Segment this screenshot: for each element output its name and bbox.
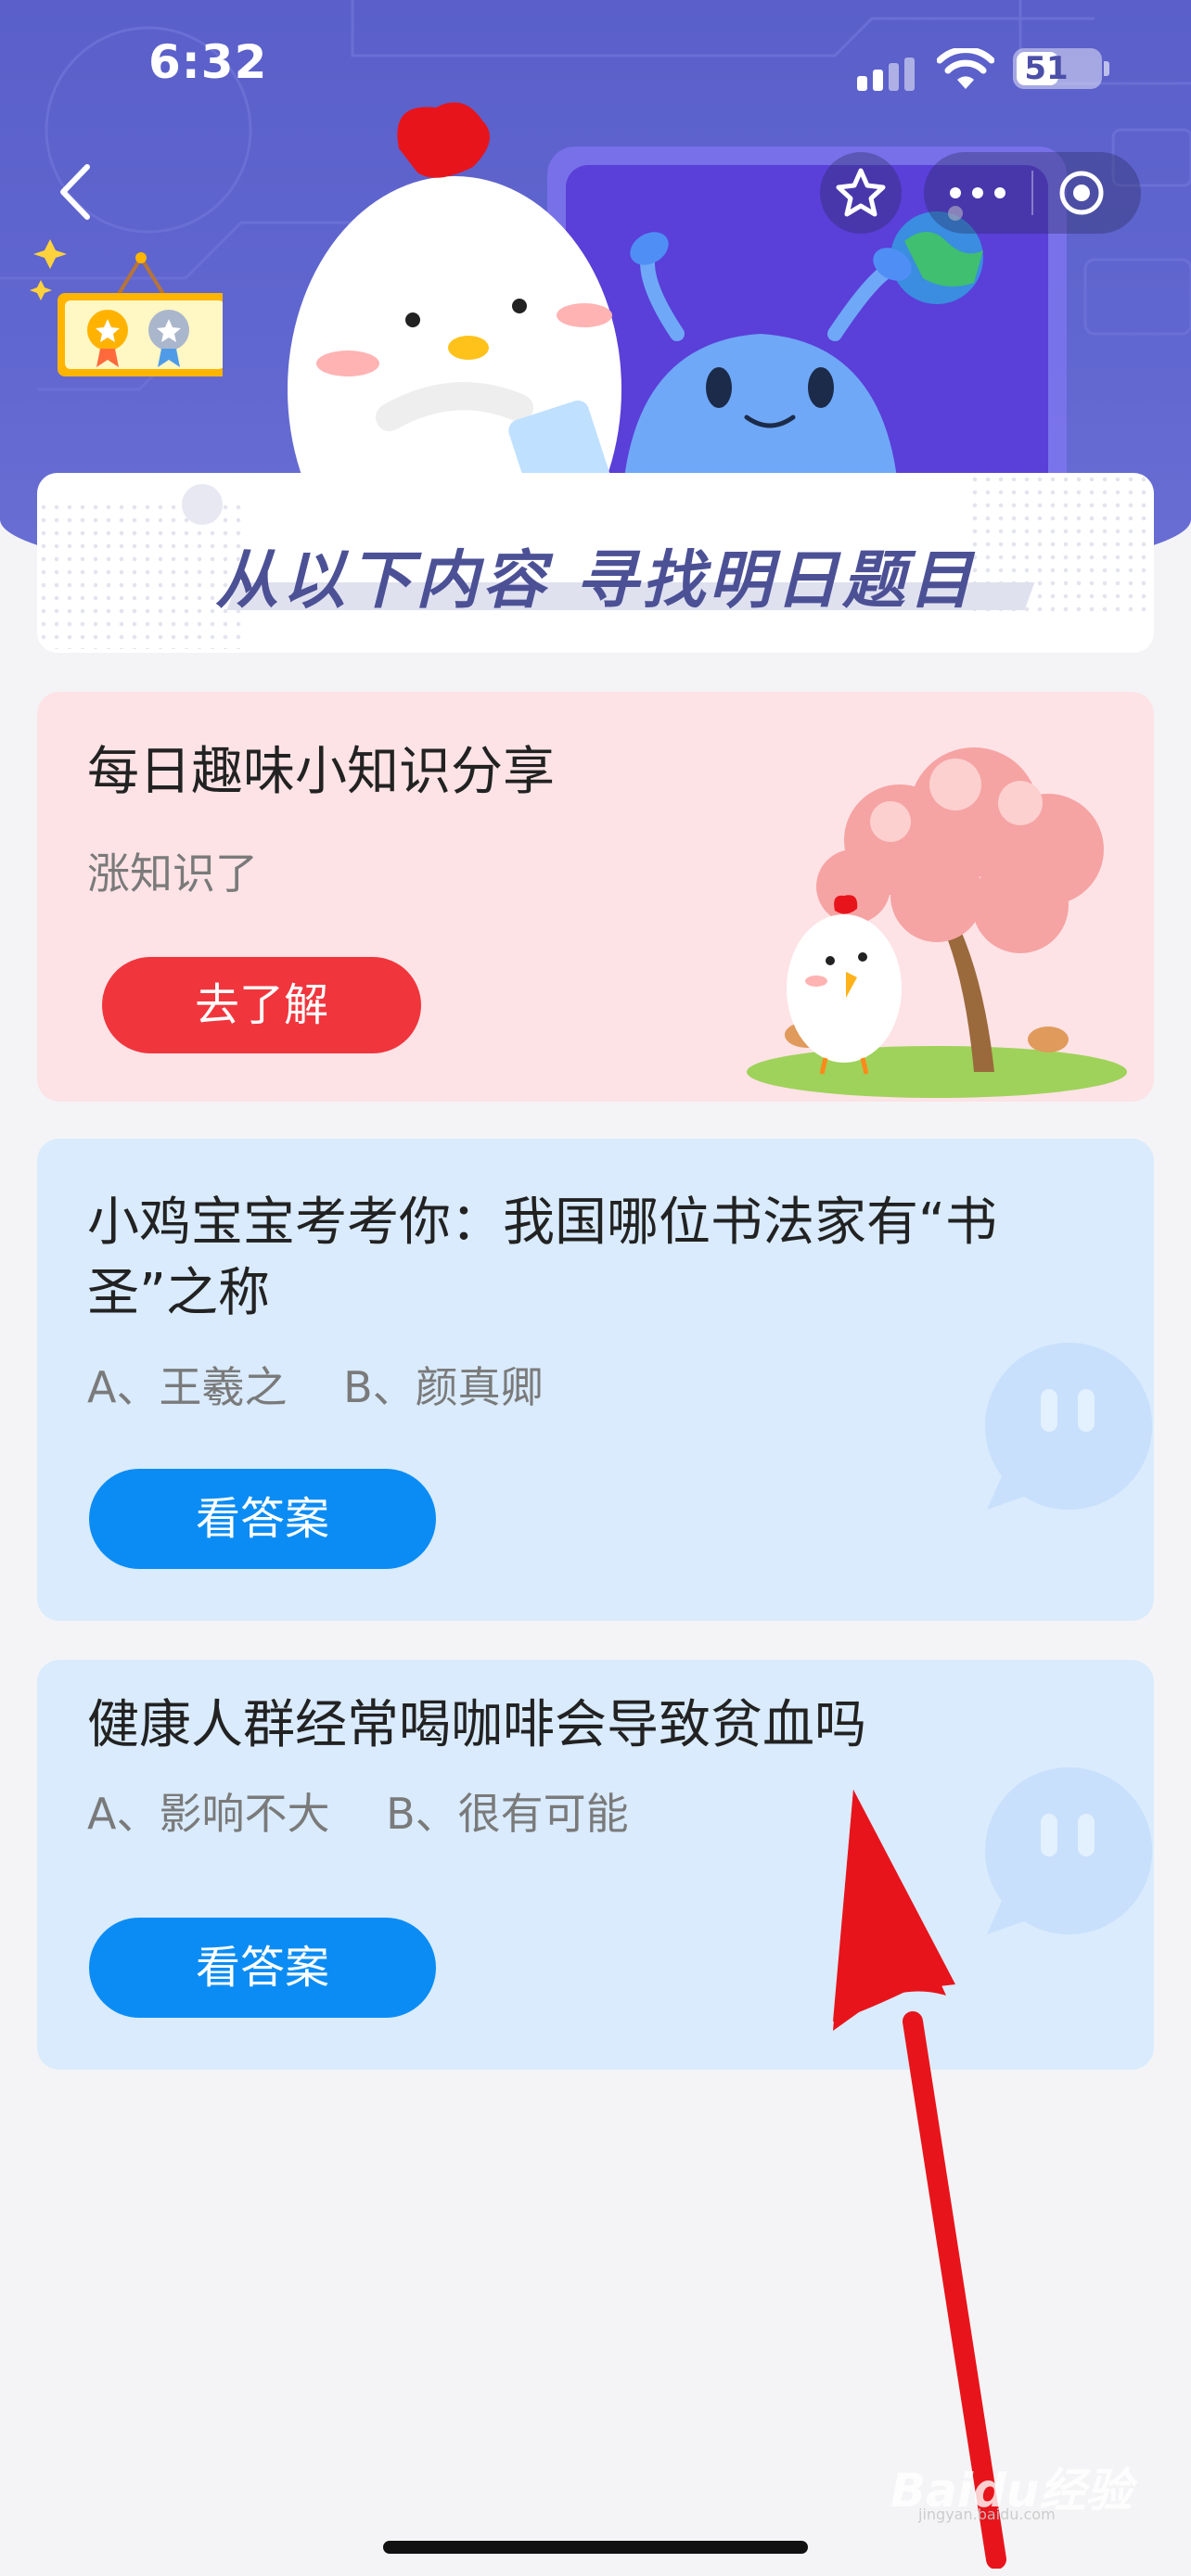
status-bar: 6:32 51 <box>0 0 1191 130</box>
battery-icon: 51 <box>1013 48 1102 89</box>
quiz-options: A、影响不大 B、很有可能 <box>87 1789 629 1839</box>
watermark-site: jingyan.baidu.com <box>918 2506 1056 2523</box>
mascot-illustration <box>288 102 1067 482</box>
quiz-question-line1: 小鸡宝宝考考你：我国哪位书法家有“书 <box>87 1192 998 1253</box>
more-dots-icon[interactable] <box>924 152 1031 234</box>
quiz-options: A、王羲之 B、颜真卿 <box>87 1362 544 1412</box>
card-title: 每日趣味小知识分享 <box>87 742 555 802</box>
chat-bubble-icon <box>984 1342 1153 1510</box>
quiz-card: 小鸡宝宝考考你：我国哪位书法家有“书 圣”之称 A、王羲之 B、颜真卿 看答案 <box>37 1139 1154 1621</box>
baidu-watermark: Baidu经验 jingyan.baidu.com <box>890 2448 1169 2523</box>
decorative-bubble <box>182 484 223 525</box>
chicken-tree-illustration <box>747 747 1127 1098</box>
medal-board-icon[interactable] <box>28 232 223 380</box>
favorite-button[interactable] <box>820 152 902 234</box>
battery-percent: 51 <box>1024 50 1069 87</box>
banner-title: 从以下内容 寻找明日题目 <box>215 544 976 618</box>
daily-knowledge-card: 每日趣味小知识分享 涨知识了 去了解 <box>37 692 1154 1102</box>
view-answer-button[interactable]: 看答案 <box>89 1469 436 1569</box>
chevron-left-icon[interactable] <box>48 159 104 224</box>
learn-more-button[interactable]: 去了解 <box>102 957 421 1053</box>
mini-program-capsule <box>924 152 1141 234</box>
quiz-question-line2: 圣”之称 <box>87 1263 271 1323</box>
target-circle-icon[interactable] <box>1033 152 1141 234</box>
home-indicator[interactable] <box>383 2541 808 2554</box>
wifi-icon <box>937 48 994 89</box>
star-icon <box>836 168 886 217</box>
banner: 从以下内容 寻找明日题目 <box>37 473 1154 653</box>
quiz-question: 健康人群经常喝咖啡会导致贫血吗 <box>87 1695 866 1755</box>
battery-cap <box>1104 61 1109 76</box>
card-subtitle: 涨知识了 <box>87 848 258 899</box>
status-time: 6:32 <box>148 35 268 89</box>
view-answer-button[interactable]: 看答案 <box>89 1918 436 2018</box>
cellular-signal-icon <box>857 57 915 91</box>
